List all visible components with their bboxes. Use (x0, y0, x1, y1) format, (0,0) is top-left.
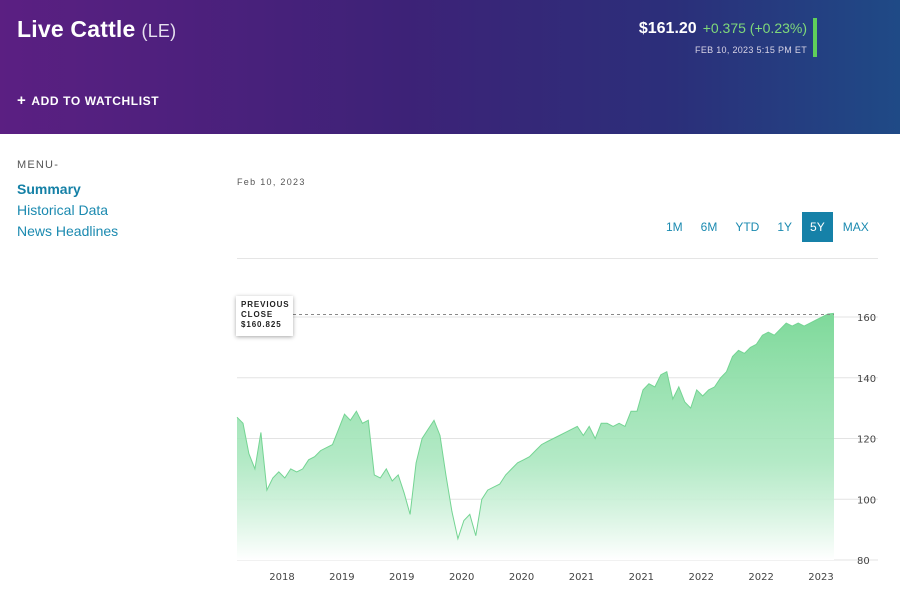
price-area-series (237, 313, 834, 560)
x-tick-label: 2021 (569, 572, 594, 583)
x-tick-label: 2020 (449, 572, 474, 583)
y-tick-label: 100 (857, 495, 876, 506)
y-tick-label: 80 (857, 556, 870, 567)
x-tick-label: 2022 (688, 572, 713, 583)
x-tick-label: 2022 (748, 572, 773, 583)
y-tick-label: 140 (857, 374, 876, 385)
previous-close-callout: PREVIOUS CLOSE $160.825 (236, 296, 293, 336)
x-tick-label: 2019 (329, 572, 354, 583)
x-tick-label: 2021 (629, 572, 654, 583)
y-tick-label: 160 (857, 313, 876, 324)
callout-line-3: $160.825 (241, 320, 282, 329)
x-tick-label: 2018 (269, 572, 294, 583)
callout-line-1: PREVIOUS (241, 300, 290, 309)
y-tick-label: 120 (857, 435, 876, 446)
callout-line-2: CLOSE (241, 310, 274, 319)
x-tick-label: 2019 (389, 572, 414, 583)
x-tick-label: 2023 (808, 572, 833, 583)
price-chart: 80 100 120 140 160 2018 2019 2019 2020 2020 2021 2… (236, 312, 878, 583)
x-tick-label: 2020 (509, 572, 534, 583)
